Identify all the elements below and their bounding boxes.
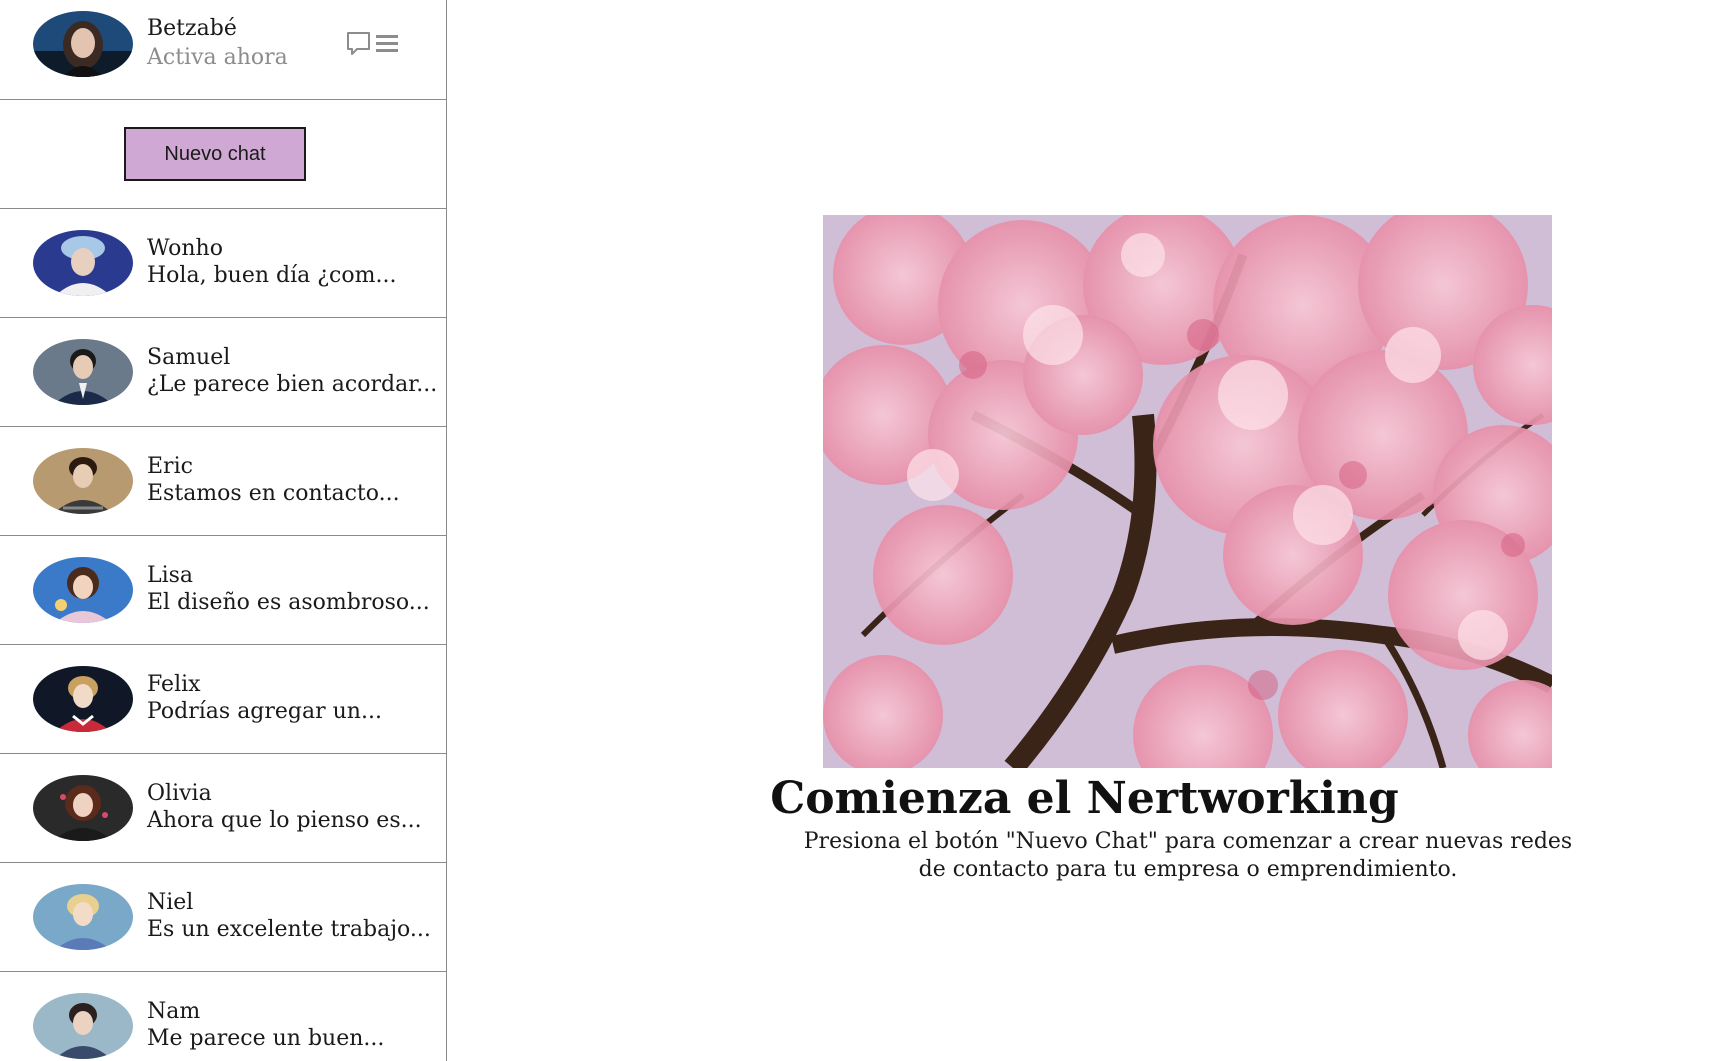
chat-item-felix[interactable]: Felix Podrías agregar un... xyxy=(0,645,446,754)
chat-preview: Hola, buen día ¿com... xyxy=(147,263,397,288)
chat-preview: Me parece un buen... xyxy=(147,1026,385,1051)
profile-avatar[interactable] xyxy=(33,11,133,77)
chat-preview: Estamos en contacto... xyxy=(147,481,400,506)
chat-bubble-icon[interactable] xyxy=(346,30,372,58)
chat-item-nam[interactable]: Nam Me parece un buen... xyxy=(0,972,446,1061)
chat-item-lisa[interactable]: Lisa El diseño es asombroso... xyxy=(0,536,446,645)
avatar xyxy=(33,884,133,950)
chat-preview: Ahora que lo pienso es... xyxy=(147,808,422,833)
chat-item-eric[interactable]: Eric Estamos en contacto... xyxy=(0,427,446,536)
chat-name: Eric xyxy=(147,454,193,479)
page-description: Presiona el botón "Nuevo Chat" para come… xyxy=(803,829,1573,882)
cherry-blossom-image xyxy=(823,215,1552,768)
chat-name: Lisa xyxy=(147,563,194,588)
chat-name: Niel xyxy=(147,890,194,915)
chat-item-niel[interactable]: Niel Es un excelente trabajo... xyxy=(0,863,446,972)
avatar xyxy=(33,557,133,623)
chat-preview: El diseño es asombroso... xyxy=(147,590,430,615)
chat-name: Nam xyxy=(147,999,201,1024)
chat-preview: Podrías agregar un... xyxy=(147,699,382,724)
avatar xyxy=(33,448,133,514)
page-title: Comienza el Nertworking xyxy=(770,773,1399,824)
profile-header: Betzabé Activa ahora xyxy=(0,0,446,100)
avatar xyxy=(33,666,133,732)
chat-sidebar: Betzabé Activa ahora Nuevo chat Wonho Ho… xyxy=(0,0,447,1061)
chat-name: Wonho xyxy=(147,236,223,261)
chat-name: Olivia xyxy=(147,781,212,806)
avatar xyxy=(33,775,133,841)
profile-status: Activa ahora xyxy=(147,45,288,70)
chat-name: Felix xyxy=(147,672,201,697)
menu-icon[interactable] xyxy=(374,30,400,58)
avatar xyxy=(33,993,133,1059)
avatar xyxy=(33,230,133,296)
chat-preview: Es un excelente trabajo... xyxy=(147,917,431,942)
header-actions xyxy=(346,30,402,58)
new-chat-area: Nuevo chat xyxy=(0,100,446,209)
chat-preview: ¿Le parece bien acordar... xyxy=(147,372,438,397)
profile-name: Betzabé xyxy=(147,16,237,41)
chat-item-samuel[interactable]: Samuel ¿Le parece bien acordar... xyxy=(0,318,446,427)
chat-item-olivia[interactable]: Olivia Ahora que lo pienso es... xyxy=(0,754,446,863)
chat-item-wonho[interactable]: Wonho Hola, buen día ¿com... xyxy=(0,209,446,318)
new-chat-button[interactable]: Nuevo chat xyxy=(124,127,306,181)
main-panel: Comienza el Nertworking Presiona el botó… xyxy=(448,0,1721,1061)
avatar xyxy=(33,339,133,405)
chat-name: Samuel xyxy=(147,345,231,370)
